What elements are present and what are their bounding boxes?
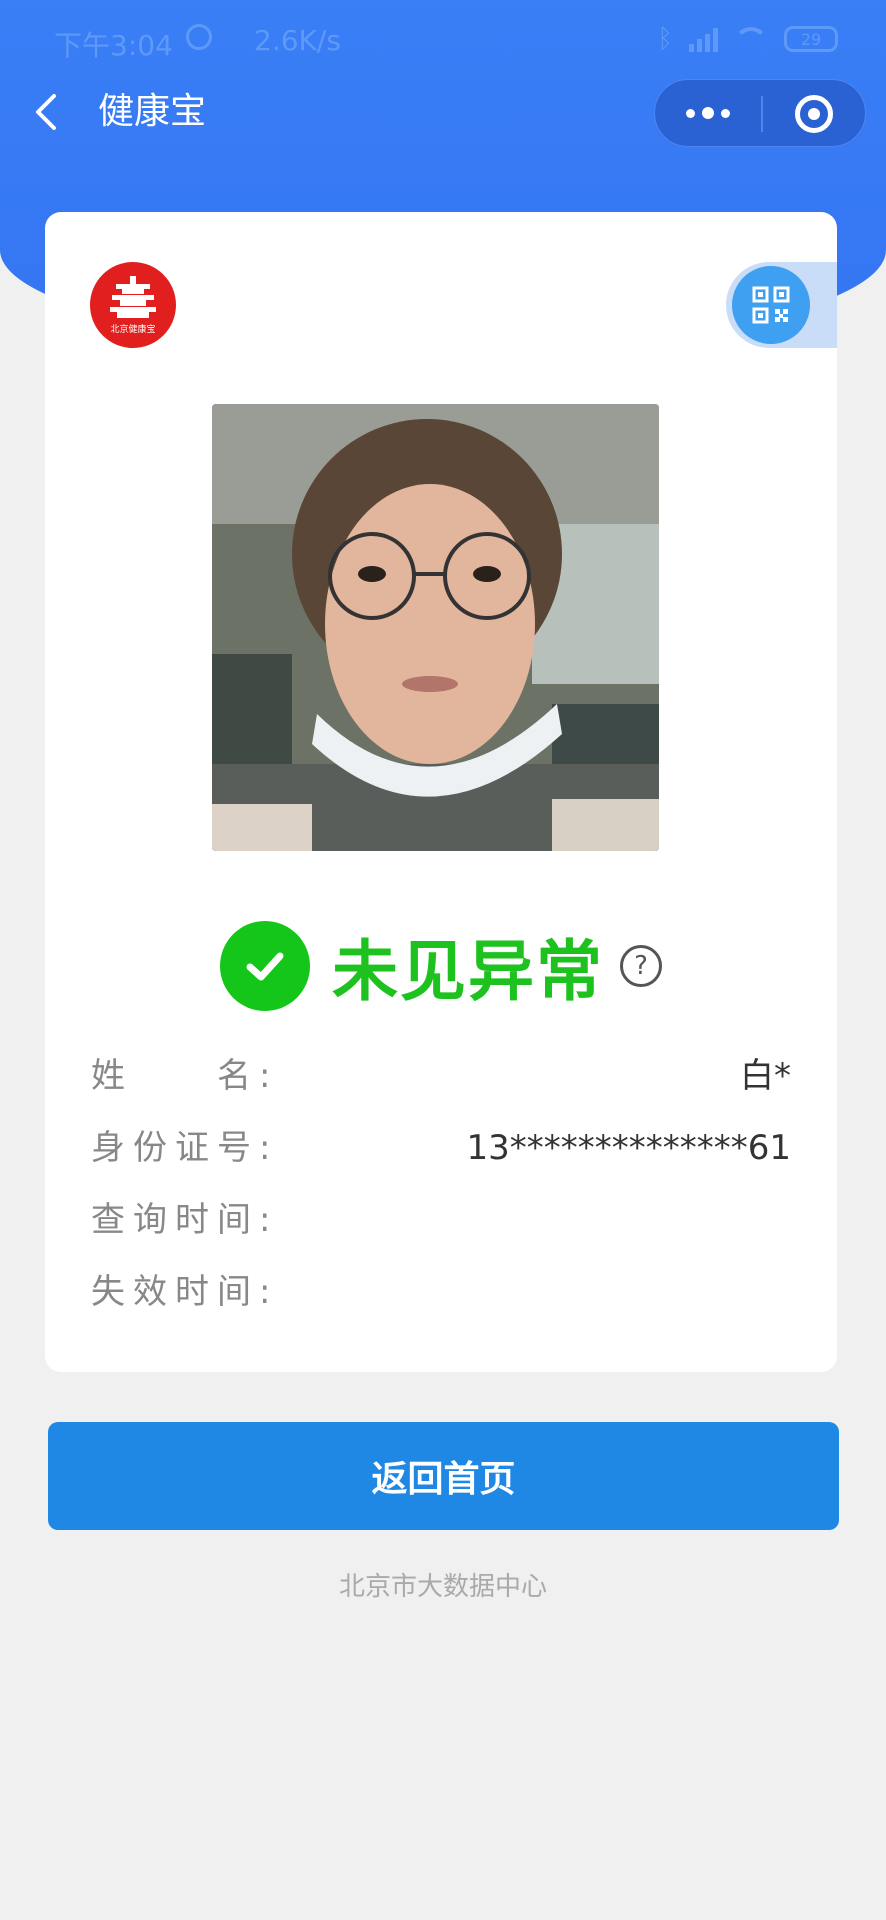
qr-code-icon bbox=[752, 286, 790, 324]
info-label: 身份证号: bbox=[91, 1128, 279, 1168]
status-bar: 下午3:04 2.6K/s ᛒ 29 bbox=[0, 0, 886, 78]
back-button[interactable] bbox=[26, 90, 70, 134]
alarm-icon bbox=[186, 24, 212, 50]
footer-text: 北京市大数据中心 bbox=[338, 1572, 547, 1602]
more-button[interactable] bbox=[655, 80, 761, 146]
status-icons: ᛒ 29 bbox=[657, 24, 838, 54]
user-photo bbox=[212, 404, 659, 851]
info-row-expire-time: 失效时间: bbox=[91, 1272, 791, 1312]
battery-icon: 29 bbox=[784, 26, 838, 52]
back-arrow-icon bbox=[36, 94, 56, 130]
status-time: 下午3:04 bbox=[54, 29, 173, 62]
qr-code-button[interactable] bbox=[732, 266, 810, 344]
beijing-health-logo: 北京健康宝 bbox=[90, 262, 176, 348]
page-title: 健康宝 bbox=[98, 91, 207, 132]
network-speed: 2.6K/s bbox=[254, 24, 341, 57]
portrait-image bbox=[212, 404, 659, 851]
info-row-name: 姓 名: 白* bbox=[91, 1056, 791, 1096]
bluetooth-icon: ᛒ bbox=[657, 24, 673, 54]
wifi-icon bbox=[734, 27, 768, 51]
info-row-query-time: 查询时间: bbox=[91, 1200, 791, 1240]
info-label: 姓 名: bbox=[91, 1056, 279, 1096]
more-dots-icon bbox=[686, 108, 695, 118]
info-label: 查询时间: bbox=[91, 1200, 279, 1240]
info-label: 失效时间: bbox=[91, 1272, 279, 1312]
logo-text: 北京健康宝 bbox=[110, 325, 156, 335]
mini-program-capsule bbox=[654, 79, 866, 147]
tower-icon bbox=[110, 276, 156, 318]
health-card: 北京健康宝 未见异常 ? 姓 名: 白* 身份证号: 13***********… bbox=[45, 212, 837, 1372]
info-row-id: 身份证号: 13**************61 bbox=[91, 1128, 791, 1168]
check-icon bbox=[220, 921, 310, 1011]
help-icon[interactable]: ? bbox=[620, 945, 662, 987]
health-status: 未见异常 ? bbox=[45, 918, 837, 1014]
info-value: 白* bbox=[740, 1056, 791, 1096]
target-icon[interactable] bbox=[795, 95, 833, 133]
signal-icon bbox=[689, 26, 718, 52]
return-home-button[interactable]: 返回首页 bbox=[48, 1422, 839, 1530]
capsule-divider bbox=[761, 96, 763, 132]
status-text: 未见异常 bbox=[332, 933, 604, 1010]
info-value: 13**************61 bbox=[466, 1128, 791, 1168]
